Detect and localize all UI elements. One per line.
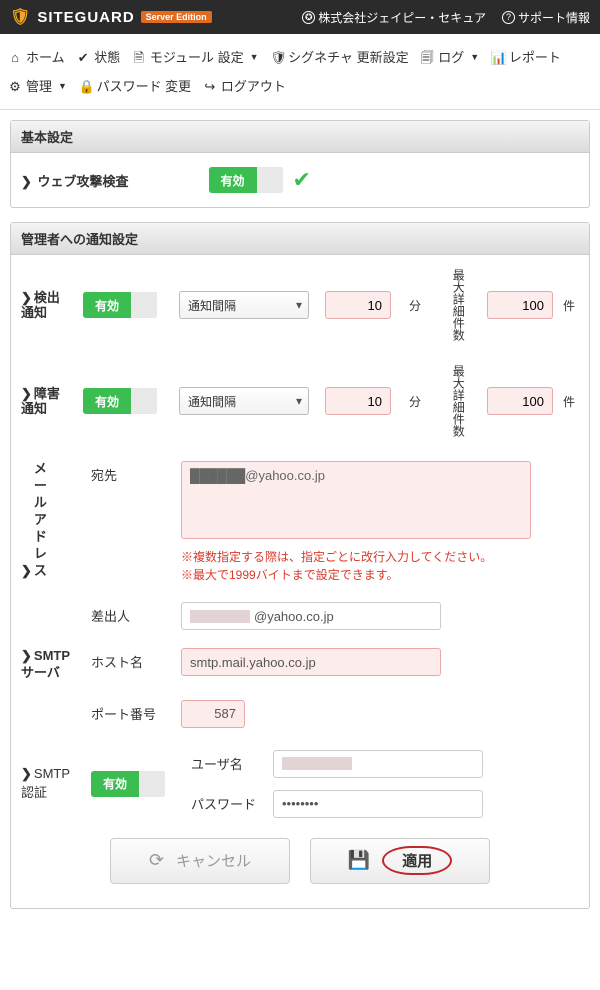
logout-icon: ↪ xyxy=(203,73,217,102)
cancel-button[interactable]: ⟳ キャンセル xyxy=(110,838,290,884)
chevron-right-icon: ❯ xyxy=(21,386,32,401)
save-icon: 💾 xyxy=(348,850,370,871)
chevron-right-icon: ❯ xyxy=(21,290,32,305)
nav-signature[interactable]: 🛡シグネチャ 更新設定 xyxy=(270,44,408,73)
nav-logout[interactable]: ↪ログアウト xyxy=(203,73,286,102)
web-attack-label: ❯ ウェブ攻撃検査 xyxy=(21,171,129,190)
failure-toggle[interactable]: 有効 xyxy=(83,388,157,414)
mail-to-label: 宛先 xyxy=(91,461,171,484)
nav-status[interactable]: ✔状態 xyxy=(76,44,120,73)
nav-module[interactable]: 🗎モジュール 設定▼ xyxy=(132,44,259,73)
detect-max-input[interactable] xyxy=(487,291,553,319)
panel-notify: 管理者への通知設定 ❯検出 通知 有効 通知間隔▾ 分 最大詳細件数 件 ❯障害… xyxy=(10,222,590,909)
failure-row: ❯障害 通知 有効 通知間隔▾ 分 最大詳細件数 件 xyxy=(21,365,579,437)
mail-from-label: 差出人 xyxy=(91,602,171,625)
brand-name: SITEGUARD xyxy=(37,9,134,26)
lock-icon: 🔒 xyxy=(79,73,93,102)
support-link[interactable]: ?サポート情報 xyxy=(502,9,590,26)
auth-user-input[interactable] xyxy=(273,750,483,778)
refresh-icon: ⟳ xyxy=(149,850,164,871)
nav-admin[interactable]: ⚙管理▼ xyxy=(8,73,67,102)
max-count-label: 最大詳細件数 xyxy=(451,365,465,437)
home-icon: ⌂ xyxy=(8,44,22,73)
failure-max-input[interactable] xyxy=(487,387,553,415)
caret-down-icon: ▼ xyxy=(470,48,479,68)
mail-from-input[interactable]: @yahoo.co.jp xyxy=(181,602,441,630)
company-link[interactable]: ✪株式会社ジェイピー・セキュア xyxy=(302,9,486,26)
mail-to-input[interactable] xyxy=(181,461,531,539)
gear-icon: ⚙ xyxy=(8,73,22,102)
brand: 🛡 SITEGUARD Server Edition xyxy=(10,7,212,27)
shield-icon: 🛡 xyxy=(10,7,31,27)
log-icon: 🗐 xyxy=(420,44,434,73)
web-attack-toggle[interactable]: 有効 xyxy=(209,167,283,193)
nav-bar: ⌂ホーム ✔状態 🗎モジュール 設定▼ 🛡シグネチャ 更新設定 🗐ログ▼ 📊レポ… xyxy=(0,34,600,110)
caret-down-icon: ▾ xyxy=(296,298,302,312)
count-unit: 件 xyxy=(563,297,583,314)
nav-home[interactable]: ⌂ホーム xyxy=(8,44,65,73)
mail-section-label: ❯メールアドレス xyxy=(21,461,81,579)
brand-badge: Server Edition xyxy=(141,11,212,23)
smtp-auth-toggle[interactable]: 有効 xyxy=(91,771,165,797)
nav-password[interactable]: 🔒パスワード 変更 xyxy=(79,73,192,102)
panel-notify-header: 管理者への通知設定 xyxy=(11,223,589,255)
page: 基本設定 ❯ ウェブ攻撃検査 有効 ✔ 管理者への通知設定 xyxy=(0,110,600,933)
smtp-port-label: ポート番号 xyxy=(91,700,171,723)
minutes-unit: 分 xyxy=(409,393,429,410)
auth-pass-label: パスワード xyxy=(191,794,263,813)
top-bar: 🛡 SITEGUARD Server Edition ✪株式会社ジェイピー・セキ… xyxy=(0,0,600,34)
smtp-auth-section: ❯SMTP 認証 有効 ユーザ名 パスワード xyxy=(21,750,579,818)
chevron-right-icon: ❯ xyxy=(21,174,32,189)
smtp-auth-label: ❯SMTP 認証 xyxy=(21,766,81,801)
globe-icon: ✪ xyxy=(302,11,315,24)
caret-down-icon: ▼ xyxy=(58,77,67,97)
detect-minutes-input[interactable] xyxy=(325,291,391,319)
auth-pass-input[interactable] xyxy=(273,790,483,818)
checkmark-icon: ✔ xyxy=(293,167,311,193)
auth-user-label: ユーザ名 xyxy=(191,754,263,773)
button-bar: ⟳ キャンセル 💾 適用 xyxy=(21,818,579,894)
mail-section: ❯メールアドレス 宛先 ※複数指定する際は、指定ごとに改行入力してください。 ※… xyxy=(21,461,579,728)
failure-label: ❯障害 通知 xyxy=(21,386,77,417)
question-icon: ? xyxy=(502,11,515,24)
chevron-right-icon: ❯ xyxy=(21,563,32,578)
check-icon: ✔ xyxy=(76,44,90,73)
detect-label: ❯検出 通知 xyxy=(21,290,77,321)
smtp-host-label: ホスト名 xyxy=(91,648,171,671)
caret-down-icon: ▼ xyxy=(250,48,259,68)
top-links: ✪株式会社ジェイピー・セキュア ?サポート情報 xyxy=(302,9,590,26)
mail-note: ※複数指定する際は、指定ごとに改行入力してください。 ※最大で1999バイトまで… xyxy=(181,542,579,584)
panel-basic-header: 基本設定 xyxy=(11,121,589,153)
detect-row: ❯検出 通知 有効 通知間隔▾ 分 最大詳細件数 件 xyxy=(21,269,579,341)
failure-interval-select[interactable]: 通知間隔▾ xyxy=(179,387,309,415)
shield-icon: 🛡 xyxy=(270,44,284,73)
detect-toggle[interactable]: 有効 xyxy=(83,292,157,318)
nav-report[interactable]: 📊レポート xyxy=(491,44,561,73)
chart-icon: 📊 xyxy=(491,44,505,73)
max-count-label: 最大詳細件数 xyxy=(451,269,465,341)
minutes-unit: 分 xyxy=(409,297,429,314)
detect-interval-select[interactable]: 通知間隔▾ xyxy=(179,291,309,319)
apply-button[interactable]: 💾 適用 xyxy=(310,838,490,884)
redacted-text xyxy=(282,757,352,770)
chevron-right-icon: ❯ xyxy=(21,648,32,663)
failure-minutes-input[interactable] xyxy=(325,387,391,415)
panel-basic: 基本設定 ❯ ウェブ攻撃検査 有効 ✔ xyxy=(10,120,590,208)
count-unit: 件 xyxy=(563,393,583,410)
nav-log[interactable]: 🗐ログ▼ xyxy=(420,44,479,73)
smtp-section-label: ❯SMTP サーバ xyxy=(21,648,81,682)
redacted-text xyxy=(190,610,250,623)
caret-down-icon: ▾ xyxy=(296,394,302,408)
smtp-host-input[interactable] xyxy=(181,648,441,676)
smtp-port-input[interactable] xyxy=(181,700,245,728)
chevron-right-icon: ❯ xyxy=(21,766,32,781)
module-icon: 🗎 xyxy=(132,44,146,73)
